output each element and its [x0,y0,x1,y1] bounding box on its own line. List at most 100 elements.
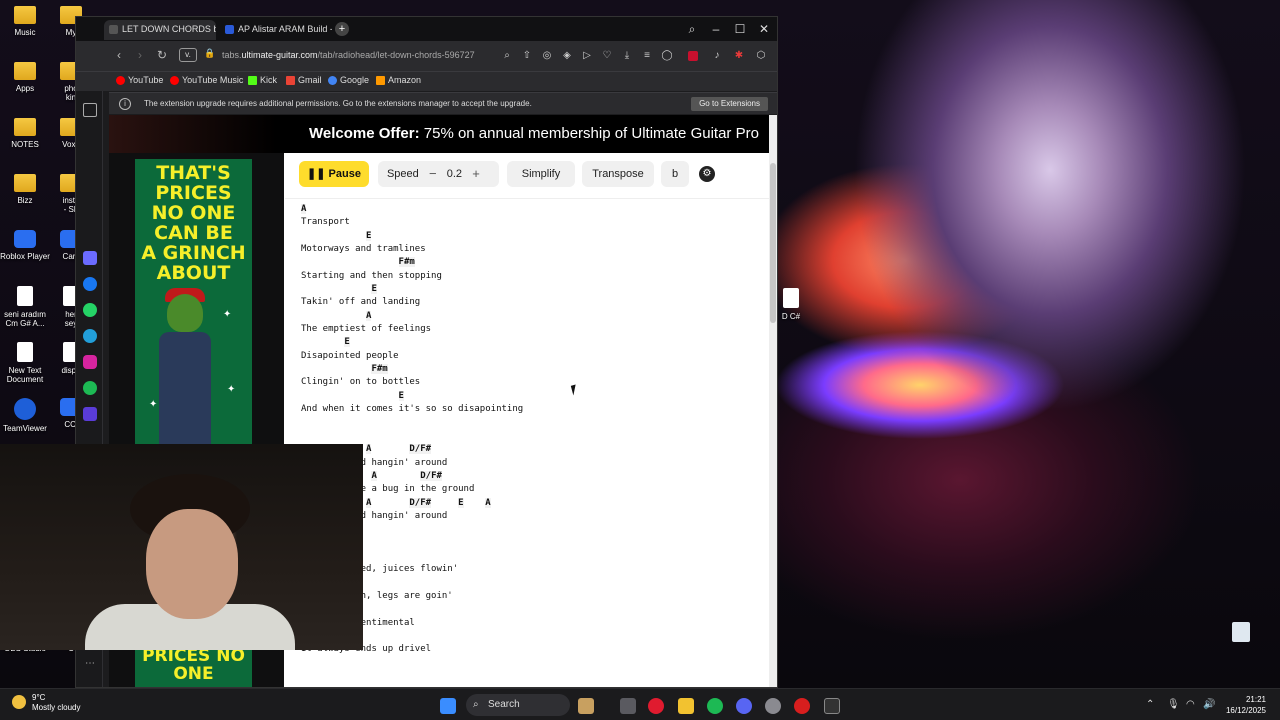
amazon-icon [376,76,385,85]
grinch-ad-bottom[interactable]: PRICES NO ONE [135,644,252,687]
extension-red-icon[interactable] [688,51,698,61]
go-to-extensions-button[interactable]: Go to Extensions [691,97,768,111]
adblock-shield-icon[interactable]: ◈ [560,49,574,63]
lyric-line: Let down and hangin' around [301,510,448,521]
spotify-taskbar-icon[interactable] [707,698,723,714]
obs-icon[interactable] [794,698,810,714]
sparkle-icon: ✦ [227,384,236,395]
download-icon[interactable]: ⤓ [620,49,634,63]
tab-alistar-build[interactable]: AP Alistar ARAM Build - U [220,20,332,40]
gear-icon[interactable]: ⚙ [699,166,715,182]
vpn-badge[interactable]: v. [179,48,197,62]
kick-icon [248,76,257,85]
document-icon [17,286,33,306]
info-icon: i [119,98,131,110]
extension-lastpass-icon[interactable]: ✱ [732,49,746,63]
forward-button[interactable]: › [132,48,148,62]
task-view-icon[interactable] [620,698,636,714]
bookmark-youtube[interactable]: YouTube [116,75,163,85]
lyric-line: And when it comes it's so so disapointin… [301,404,524,415]
bookmark-gmail[interactable]: Gmail [286,75,322,85]
clock[interactable]: 21:21 16/12/2025 [1226,694,1266,716]
chord-line: E [371,284,377,295]
lyric-line: Clingin' on to bottles [301,377,421,388]
snapshot-icon[interactable]: ◎ [540,49,554,63]
simplify-button[interactable]: Simplify [507,161,575,187]
grinch-ad[interactable]: ▷ THAT'S PRICES NO ONE CAN BE A GRINCH A… [135,159,252,444]
discord-icon[interactable] [736,698,752,714]
lyric-line: It always ends up drivel [301,644,432,655]
app-taskbar-icon[interactable] [824,698,840,714]
file-explorer-icon[interactable] [678,698,694,714]
pinboard-icon[interactable] [83,103,97,117]
close-window-button[interactable]: ✕ [753,20,775,38]
bookmark-google[interactable]: Google [328,75,369,85]
start-icon[interactable] [440,698,456,714]
speed-decrease-button[interactable]: − [425,166,441,182]
lyric-line: Let down and hangin' around [301,457,448,468]
scrollbar-thumb[interactable] [770,163,776,323]
opera-taskbar-icon[interactable] [648,698,664,714]
instagram-icon[interactable] [83,355,97,369]
maximize-button[interactable]: ☐ [729,20,751,38]
spotify-icon[interactable] [83,381,97,395]
volume-icon[interactable]: 🔊 [1203,699,1215,710]
recycle-bin-icon[interactable] [1232,622,1250,642]
lyric-line [301,523,761,536]
telegram-icon[interactable] [83,329,97,343]
taskbar-search[interactable]: ⌕ Search [466,694,570,716]
settings-taskbar-icon[interactable] [765,698,781,714]
welcome-offer-banner[interactable]: Welcome Offer: 75% on annual membership … [109,115,777,153]
speed-value: 0.2 [446,168,463,180]
search-icon[interactable]: ⌕ [500,49,514,63]
folder-icon [14,6,36,24]
search-tabs-icon[interactable]: ⌕ [681,20,703,38]
more-tools-button[interactable]: b [661,161,689,187]
speed-increase-button[interactable]: + [468,166,484,182]
document-icon [17,342,33,362]
tab-let-down-chords[interactable]: LET DOWN CHORDS by R [104,20,216,40]
more-options-icon[interactable]: ⋯ [83,657,97,671]
chord-line: A [301,204,307,214]
bookmark-heart-icon[interactable]: ♡ [600,49,614,63]
taskbar: 9°C Mostly cloudy ⌕ Search ⌃ 🎙 ◠ 🔊 21:21 16… [0,688,1280,720]
app-icon [14,398,36,420]
wifi-icon[interactable]: ◠ [1186,699,1195,710]
info-message: The extension upgrade requires additiona… [144,99,532,108]
whatsapp-icon[interactable] [83,303,97,317]
lock-icon[interactable]: 🔒 [202,48,218,59]
player-icon[interactable] [83,407,97,421]
widgets-icon[interactable] [578,698,594,714]
reload-button[interactable]: ↻ [154,48,170,62]
extensions-cube-icon[interactable]: ⬡ [754,49,768,63]
bookmark-amazon[interactable]: Amazon [376,75,421,85]
microphone-icon[interactable]: 🎙 [1167,699,1180,710]
folder-icon [14,62,36,80]
profile-icon[interactable]: ◯ [660,49,674,63]
sparkle-icon: ✦ [223,309,232,320]
back-button[interactable]: ‹ [111,48,127,62]
lyric-line: Shell smashed, juices flowin' [301,564,459,575]
chord-line: F#m [371,364,388,375]
play-icon[interactable]: ▷ [580,49,594,63]
extension-tiktok-icon[interactable]: ♪ [710,49,724,63]
url-field[interactable]: tabs.ultimate-guitar.com/tab/radiohead/l… [222,50,475,60]
pause-button[interactable]: ❚❚ Pause [299,161,369,187]
page-scrollbar[interactable] [769,115,777,687]
weather-widget[interactable]: 9°C Mostly cloudy [12,693,80,713]
autoscroll-toolbar: ❚❚ Pause Speed −0.2 + Simplify Transpose b… [285,153,777,199]
messenger-icon[interactable] [83,277,97,291]
share-icon[interactable]: ⇧ [520,49,534,63]
google-icon [328,76,337,85]
bookmark-youtube-music[interactable]: YouTube Music [170,75,243,85]
bookmark-kick[interactable]: Kick [248,75,277,85]
chevron-up-icon[interactable]: ⌃ [1146,699,1154,710]
youtube-icon [116,76,125,85]
chord-line: F#m [398,257,415,268]
transpose-button[interactable]: Transpose [582,161,654,187]
minimize-button[interactable]: – [705,20,727,38]
aria-ai-icon[interactable] [83,251,97,265]
chord-line: A [366,310,372,321]
easy-setup-icon[interactable]: ≡ [640,49,654,63]
new-tab-button[interactable]: + [335,22,349,36]
